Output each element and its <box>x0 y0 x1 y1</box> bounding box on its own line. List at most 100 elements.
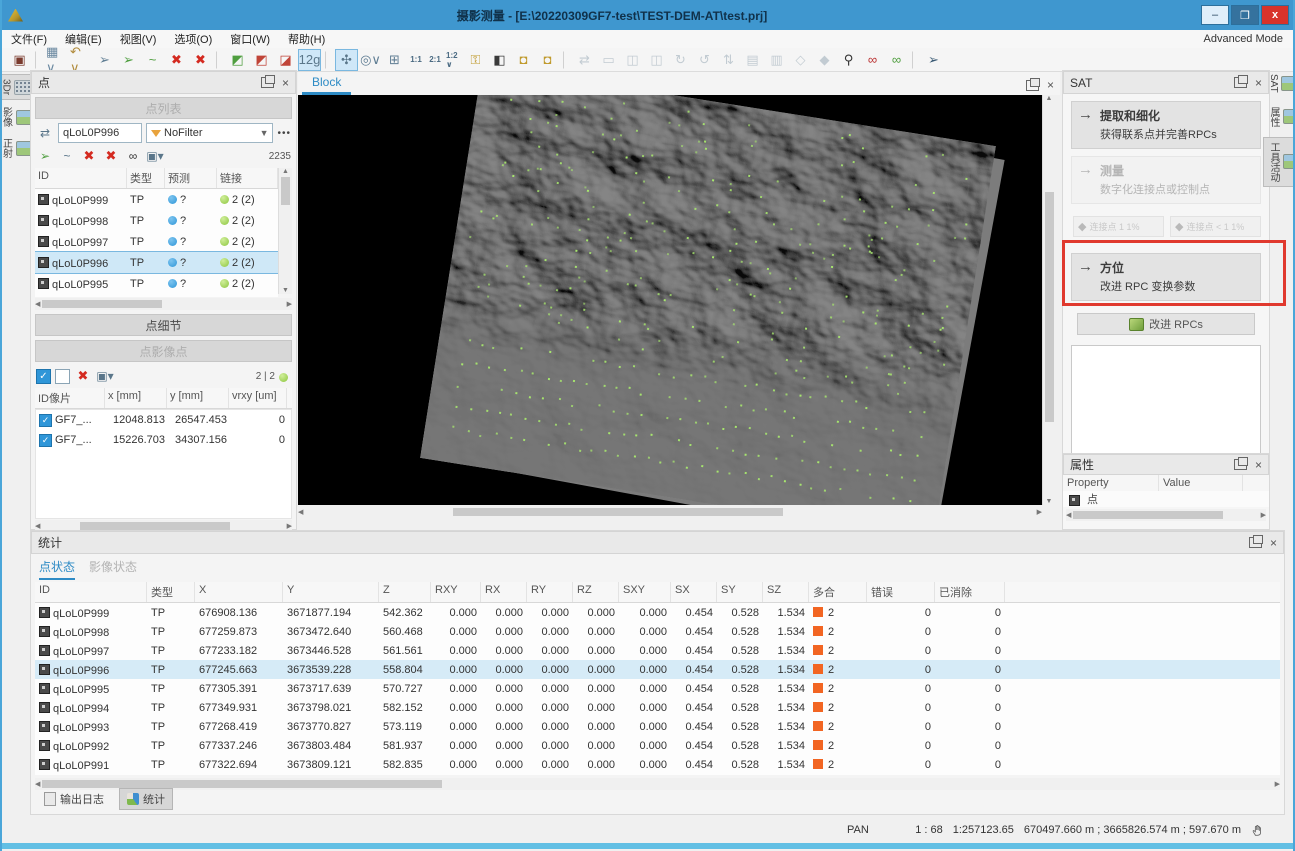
workflow-step-orientation[interactable]: → 方位改进 RPC 变换参数 <box>1071 253 1261 301</box>
float-panel-icon[interactable] <box>1249 537 1262 548</box>
delete-measure-icon[interactable]: ✖ <box>74 368 92 384</box>
lock-closed-icon[interactable]: ◘ <box>536 49 559 71</box>
pan-hand-icon[interactable]: ✣ <box>335 49 358 71</box>
point-list-vscrollbar[interactable]: ▲▼ <box>278 168 292 294</box>
toolbar-separator[interactable] <box>325 51 332 69</box>
undo-icon[interactable]: ↶ ∨ <box>69 49 92 71</box>
tab-point-status[interactable]: 点状态 <box>39 558 75 580</box>
contrast-icon[interactable]: ◧ <box>488 49 511 71</box>
statistics-row[interactable]: qLoL0P999 TP 676908.136 3671877.194 542.… <box>35 603 1280 622</box>
close-view-icon[interactable]: × <box>1047 79 1054 91</box>
zoom-select-icon[interactable]: ◎∨ <box>359 49 382 71</box>
layers-icon[interactable]: ▤ <box>741 49 764 71</box>
zoom-1-2-icon[interactable]: 1:2 ∨ <box>445 49 463 71</box>
point-row[interactable]: qLoL0P997 TP ? 2 (2) <box>35 231 278 252</box>
overview-toggle-icon[interactable]: 12g <box>298 49 321 71</box>
copy2-icon[interactable]: ◫ <box>645 49 668 71</box>
output-log-toggle[interactable]: 输出日志 <box>37 789 111 809</box>
toolbar-separator[interactable] <box>563 51 570 69</box>
stereo-red-icon[interactable]: ∞ <box>861 49 884 71</box>
copy-icon[interactable]: ◫ <box>621 49 644 71</box>
close-panel-icon[interactable]: × <box>1270 537 1277 549</box>
link-icon[interactable]: ⇄ <box>573 49 596 71</box>
workflow-step[interactable]: → 测量数字化连接点或控制点 <box>1071 156 1261 204</box>
statistics-row[interactable]: qLoL0P998 TP 677259.873 3673472.640 560.… <box>35 622 1280 641</box>
checkbox-none-icon[interactable] <box>55 369 70 384</box>
close-panel-icon[interactable]: × <box>1255 77 1262 89</box>
viewport-vscrollbar[interactable]: ▲▼ <box>1042 95 1055 505</box>
right-dock-tab[interactable]: 属性 <box>1264 103 1295 131</box>
pick-point-icon[interactable]: ➢ <box>117 49 140 71</box>
image-remove-icon[interactable]: ◩ <box>250 49 273 71</box>
checkbox-all-icon[interactable]: ✓ <box>36 369 51 384</box>
lock-open-icon[interactable]: ◘ <box>512 49 535 71</box>
properties-hscrollbar[interactable]: ◀▶ <box>1066 509 1266 521</box>
rotate-icon[interactable]: ↻ <box>669 49 692 71</box>
statistics-row[interactable]: qLoL0P991 TP 677322.694 3673809.121 582.… <box>35 755 1280 774</box>
swap-icon[interactable]: ⇅ <box>717 49 740 71</box>
zoom-1-1-icon[interactable]: 1:1 <box>407 49 425 71</box>
point-row[interactable]: qLoL0P999 TP ? 2 (2) <box>35 189 278 210</box>
trace-icon[interactable]: ~ <box>58 149 76 163</box>
close-button[interactable]: x <box>1261 5 1289 25</box>
statistics-row[interactable]: qLoL0P994 TP 677349.931 3673798.021 582.… <box>35 698 1280 717</box>
check-menu-icon[interactable]: ▣▾ <box>96 369 114 383</box>
stereo-green-icon[interactable]: ∞ <box>885 49 908 71</box>
select-arrow-icon[interactable]: ➢ <box>93 49 116 71</box>
point-details-header[interactable]: 点细节 <box>35 314 292 336</box>
menu-item[interactable]: 选项(O) <box>165 31 221 47</box>
rotate2-icon[interactable]: ↺ <box>693 49 716 71</box>
point-list-column-headers[interactable]: ID类型预测链接 <box>35 168 278 189</box>
menu-item[interactable]: 窗口(W) <box>221 31 279 47</box>
statistics-row[interactable]: qLoL0P996 TP 677245.663 3673539.228 558.… <box>35 660 1280 679</box>
toolbar-separator[interactable] <box>216 51 223 69</box>
sat-result-list[interactable] <box>1071 345 1261 455</box>
close-panel-icon[interactable]: × <box>1255 459 1262 471</box>
import-icon[interactable]: ▦ ∨ <box>45 49 68 71</box>
statistics-column-headers[interactable]: ID类型XYZRXYRXRYRZSXYSXSYSZ多合错误已消除 <box>35 582 1280 603</box>
pointer-flag-icon[interactable]: ➢ <box>922 49 945 71</box>
snap-icon[interactable]: ◇ <box>789 49 812 71</box>
maximize-button[interactable]: ❐ <box>1231 5 1259 25</box>
menu-item[interactable]: 帮助(H) <box>279 31 334 47</box>
image-point-row[interactable]: ✓GF7_... 12048.813 26547.453 0 <box>36 410 291 430</box>
refresh-point-icon[interactable]: ⇄ <box>36 126 54 140</box>
float-panel-icon[interactable] <box>261 77 274 88</box>
delete-icon[interactable]: ✖ <box>189 49 212 71</box>
right-dock-tab[interactable]: SAT <box>1266 70 1295 97</box>
minimize-button[interactable]: – <box>1201 5 1229 25</box>
workflow-step[interactable]: → 提取和细化获得联系点并完善RPCs <box>1071 101 1261 149</box>
menu-item[interactable]: 视图(V) <box>111 31 166 47</box>
point-row[interactable]: qLoL0P995 TP ? 2 (2) <box>35 273 278 294</box>
float-panel-icon[interactable] <box>1234 459 1247 470</box>
delete-point-icon[interactable]: ✖ <box>102 148 120 164</box>
adjust-rpcs-button[interactable]: 改进 RPCs <box>1077 313 1255 335</box>
point-row[interactable]: qLoL0P996 TP ? 2 (2) <box>35 252 278 273</box>
image-point-row[interactable]: ✓GF7_... 15226.703 34307.156 0 <box>36 430 291 450</box>
float-panel-icon[interactable] <box>1234 77 1247 88</box>
layers2-icon[interactable]: ▥ <box>765 49 788 71</box>
image-add-icon[interactable]: ◩ <box>226 49 249 71</box>
tab-block[interactable]: Block <box>302 73 351 95</box>
filter-combobox[interactable]: NoFilter ▼ <box>146 123 273 143</box>
right-dock-tab[interactable]: 工具活动 <box>1263 137 1295 187</box>
save-icon[interactable]: ▣ <box>8 49 31 71</box>
statistics-hscrollbar[interactable]: ◀▶ <box>35 778 1280 790</box>
point-id-input[interactable]: qLoL0P996 <box>58 123 142 143</box>
delete-image-point-icon[interactable]: ✖ <box>80 148 98 164</box>
check-menu-icon[interactable]: ▣▾ <box>146 149 164 163</box>
viewport-hscrollbar[interactable]: ◀▶ <box>298 505 1042 518</box>
add-point-icon[interactable]: ➢ <box>36 149 54 163</box>
statistics-toggle[interactable]: 统计 <box>119 788 173 810</box>
mail-icon[interactable]: ▭ <box>597 49 620 71</box>
point-row[interactable]: qLoL0P998 TP ? 2 (2) <box>35 210 278 231</box>
float-view-icon[interactable] <box>1026 80 1039 91</box>
snap2-icon[interactable]: ◆ <box>813 49 836 71</box>
image-point-column-headers[interactable]: ID像片x [mm]y [mm]vrxy [um] <box>35 388 292 409</box>
property-row[interactable]: 点 <box>1063 491 1269 507</box>
statistics-row[interactable]: qLoL0P992 TP 677337.246 3673803.484 581.… <box>35 736 1280 755</box>
filter-more-button[interactable]: ••• <box>277 128 291 139</box>
toolbar-separator[interactable] <box>35 51 42 69</box>
image-clear-icon[interactable]: ◪ <box>274 49 297 71</box>
point-list-hscrollbar[interactable]: ◀▶ <box>35 298 292 310</box>
